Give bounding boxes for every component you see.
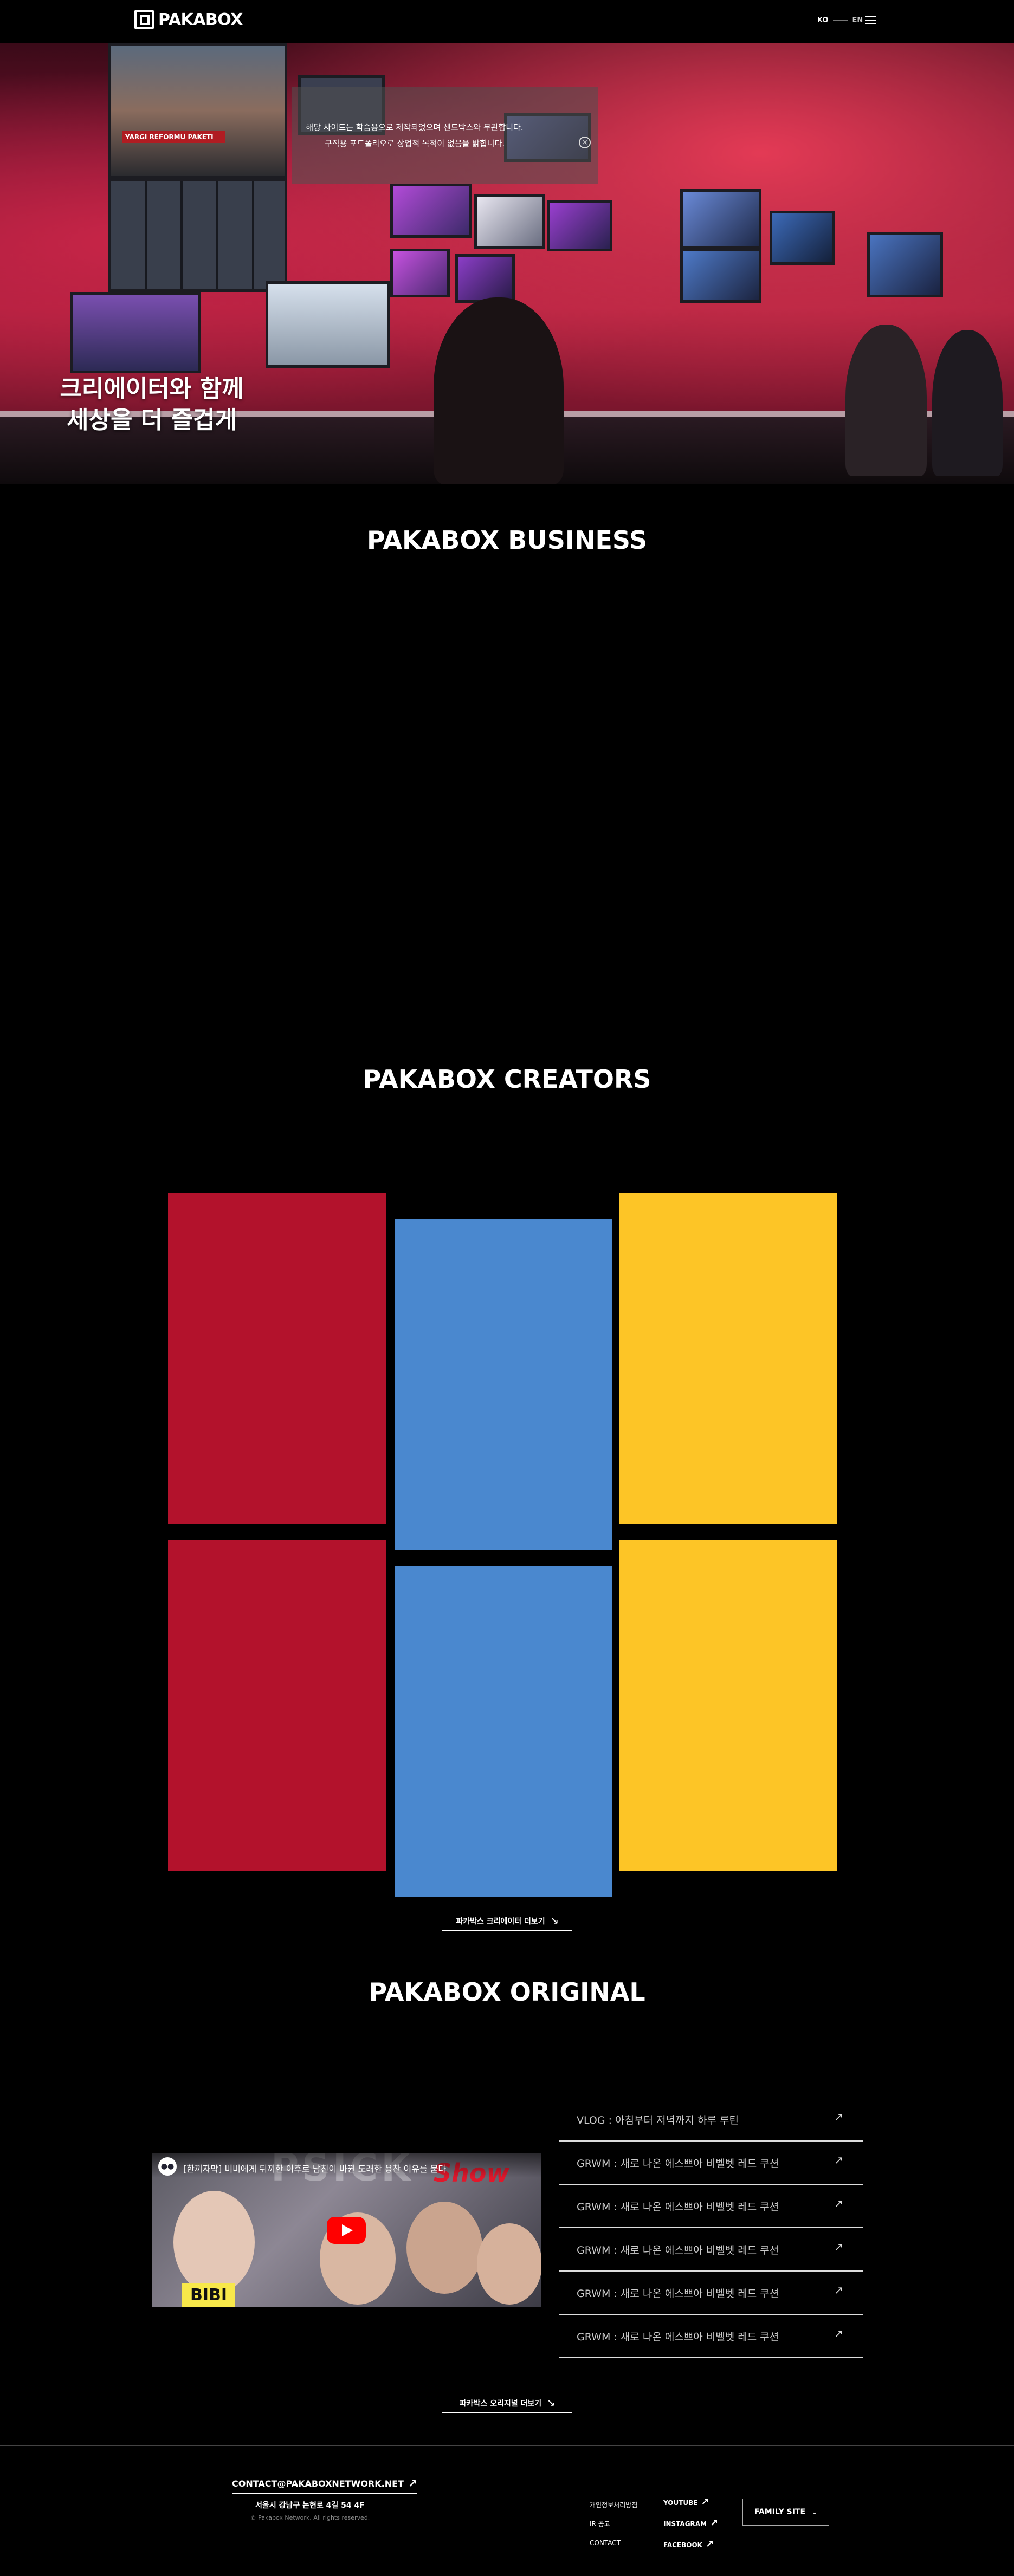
chevron-down-icon: ⌄ bbox=[812, 2508, 818, 2516]
hero-section: YARGI REFORMU PAKETI 해당 사이트는 학습용으로 제작되었으… bbox=[0, 43, 1014, 484]
original-title: PAKABOX ORIGINAL bbox=[369, 1977, 645, 2007]
arrow-up-right-icon: ↗ bbox=[710, 2517, 719, 2529]
family-site-select[interactable]: FAMILY SITE ⌄ bbox=[742, 2499, 829, 2526]
monitor-10 bbox=[770, 211, 835, 265]
monitor-left-low bbox=[70, 292, 201, 373]
footer-link-ir[interactable]: IR 공고 bbox=[590, 2515, 637, 2534]
contact-email-link[interactable]: CONTACT@PAKABOXNETWORK.NET ↗ bbox=[232, 2477, 417, 2494]
creator-card-4[interactable] bbox=[168, 1540, 386, 1871]
notice-text: 해당 사이트는 학습용으로 제작되었으며 샌드박스와 무관합니다. 구직용 포트… bbox=[298, 119, 531, 152]
monitor-8 bbox=[680, 189, 761, 249]
arrow-up-right-icon: ↗ bbox=[834, 2327, 843, 2340]
monitor-news: YARGI REFORMU PAKETI bbox=[108, 43, 287, 178]
logo[interactable]: PAKABOX bbox=[134, 10, 243, 29]
monitor-6 bbox=[455, 254, 515, 303]
operator-far-right bbox=[932, 330, 1003, 476]
social-youtube-link[interactable]: YOUTUBE ↗ bbox=[663, 2492, 718, 2513]
original-more-link[interactable]: 파카박스 오리지널 더보기 ↘ bbox=[442, 2395, 572, 2413]
close-icon[interactable]: × bbox=[579, 137, 591, 148]
company-address: 서울시 강남구 논현로 4길 54 4F bbox=[255, 2501, 365, 2510]
original-list-item[interactable]: VLOG : 아침부터 저녁까지 하루 루틴 ↗ bbox=[559, 2098, 863, 2142]
footer-divider bbox=[0, 2445, 1014, 2446]
logo-icon bbox=[134, 10, 154, 29]
creator-card-5[interactable] bbox=[395, 1566, 612, 1897]
arrow-down-right-icon: ↘ bbox=[550, 1915, 559, 1927]
lang-ko-button[interactable]: KO bbox=[817, 16, 829, 24]
play-button-icon[interactable] bbox=[327, 2217, 366, 2244]
creators-more-link[interactable]: 파카박스 크리에이터 더보기 ↘ bbox=[442, 1912, 572, 1931]
creators-title: PAKABOX CREATORS bbox=[363, 1065, 651, 1094]
lang-en-button[interactable]: EN bbox=[852, 16, 863, 24]
business-title: PAKABOX BUSINESS bbox=[366, 525, 648, 555]
copyright: © Pakabox Network. All rights reserved. bbox=[250, 2514, 370, 2521]
creator-card-1[interactable] bbox=[168, 1193, 386, 1524]
footer-link-privacy[interactable]: 개인정보처리방침 bbox=[590, 2496, 637, 2515]
monitor-caption: YARGI REFORMU PAKETI bbox=[122, 131, 225, 143]
arrow-up-right-icon: ↗ bbox=[834, 2283, 843, 2296]
lang-divider bbox=[832, 20, 848, 21]
creators-more-label: 파카박스 크리에이터 더보기 bbox=[456, 1917, 545, 1926]
operator-silhouette bbox=[434, 297, 564, 484]
hamburger-menu-icon[interactable] bbox=[865, 16, 876, 24]
monitor-2 bbox=[390, 184, 472, 238]
footer-link-contact[interactable]: CONTACT bbox=[590, 2534, 637, 2553]
social-facebook-link[interactable]: FACEBOOK ↗ bbox=[663, 2534, 718, 2555]
family-site-label: FAMILY SITE bbox=[754, 2508, 806, 2516]
arrow-up-right-icon: ↗ bbox=[408, 2477, 417, 2490]
monitor-center-low bbox=[266, 281, 390, 368]
hero-title-line-1: 크리에이터와 함께 bbox=[60, 375, 244, 403]
social-instagram-link[interactable]: INSTAGRAM ↗ bbox=[663, 2513, 718, 2534]
original-list-item[interactable]: GRWM : 새로 나온 에스쁘아 비벨벳 레드 쿠션 ↗ bbox=[559, 2142, 863, 2185]
hero-title: 크리에이터와 함께 세상을 더 즐겁게 bbox=[49, 373, 255, 436]
social-links: YOUTUBE ↗ INSTAGRAM ↗ FACEBOOK ↗ bbox=[663, 2492, 718, 2555]
video-person-3 bbox=[406, 2202, 482, 2294]
monitor-grid bbox=[108, 178, 287, 292]
original-list-item[interactable]: GRWM : 새로 나온 에스쁘아 비벨벳 레드 쿠션 ↗ bbox=[559, 2228, 863, 2272]
original-list-item[interactable]: GRWM : 새로 나온 에스쁘아 비벨벳 레드 쿠션 ↗ bbox=[559, 2315, 863, 2358]
arrow-up-right-icon: ↗ bbox=[834, 2110, 843, 2123]
channel-icon[interactable]: ●● bbox=[158, 2157, 177, 2176]
notice-line-2: 구직용 포트폴리오로 상업적 목적이 없음을 밝힙니다. bbox=[324, 139, 505, 148]
arrow-up-right-icon: ↗ bbox=[705, 2539, 714, 2550]
monitor-4 bbox=[547, 200, 612, 251]
notice-line-1: 해당 사이트는 학습용으로 제작되었으며 샌드박스와 무관합니다. bbox=[306, 122, 524, 132]
original-list-item[interactable]: GRWM : 새로 나온 에스쁘아 비벨벳 레드 쿠션 ↗ bbox=[559, 2272, 863, 2315]
arrow-up-right-icon: ↗ bbox=[834, 2153, 843, 2166]
arrow-up-right-icon: ↗ bbox=[701, 2496, 709, 2508]
arrow-down-right-icon: ↘ bbox=[547, 2397, 556, 2409]
notice-popup: 해당 사이트는 학습용으로 제작되었으며 샌드박스와 무관합니다. 구직용 포트… bbox=[292, 87, 598, 184]
original-more-label: 파카박스 오리지널 더보기 bbox=[459, 2399, 542, 2408]
video-title-bar: ●● [한끼자막] 비비에게 뒤끼한 이후로 남친이 바뀐 도래한 용찬 이유를… bbox=[152, 2153, 541, 2178]
creator-card-2[interactable] bbox=[395, 1219, 612, 1550]
video-badge: BIBI bbox=[182, 2283, 235, 2307]
logo-text: PAKABOX bbox=[158, 10, 243, 29]
video-title[interactable]: [한끼자막] 비비에게 뒤끼한 이후로 남친이 바뀐 도래한 용찬 이유를 묻다 bbox=[183, 2162, 446, 2175]
arrow-up-right-icon: ↗ bbox=[834, 2240, 843, 2253]
operator-right bbox=[845, 325, 927, 476]
monitor-11 bbox=[867, 232, 943, 297]
language-switcher: KO EN bbox=[817, 16, 863, 24]
creator-card-3[interactable] bbox=[619, 1193, 837, 1524]
site-header: PAKABOX KO EN bbox=[0, 0, 1014, 42]
hero-title-line-2: 세상을 더 즐겁게 bbox=[67, 406, 237, 434]
footer-links: 개인정보처리방침 IR 공고 CONTACT bbox=[590, 2496, 637, 2553]
contact-email: CONTACT@PAKABOXNETWORK.NET bbox=[232, 2478, 404, 2489]
original-list-item[interactable]: GRWM : 새로 나온 에스쁘아 비벨벳 레드 쿠션 ↗ bbox=[559, 2185, 863, 2228]
video-person-1 bbox=[173, 2191, 255, 2294]
video-player[interactable]: PSICK Show ●● [한끼자막] 비비에게 뒤끼한 이후로 남친이 바뀐… bbox=[152, 2153, 541, 2307]
monitor-5 bbox=[390, 249, 450, 297]
monitor-3 bbox=[474, 194, 545, 249]
monitor-9 bbox=[680, 249, 761, 303]
creator-card-6[interactable] bbox=[619, 1540, 837, 1871]
arrow-up-right-icon: ↗ bbox=[834, 2197, 843, 2210]
video-person-4 bbox=[477, 2223, 541, 2305]
original-list: VLOG : 아침부터 저녁까지 하루 루틴 ↗ GRWM : 새로 나온 에스… bbox=[559, 2098, 863, 2358]
